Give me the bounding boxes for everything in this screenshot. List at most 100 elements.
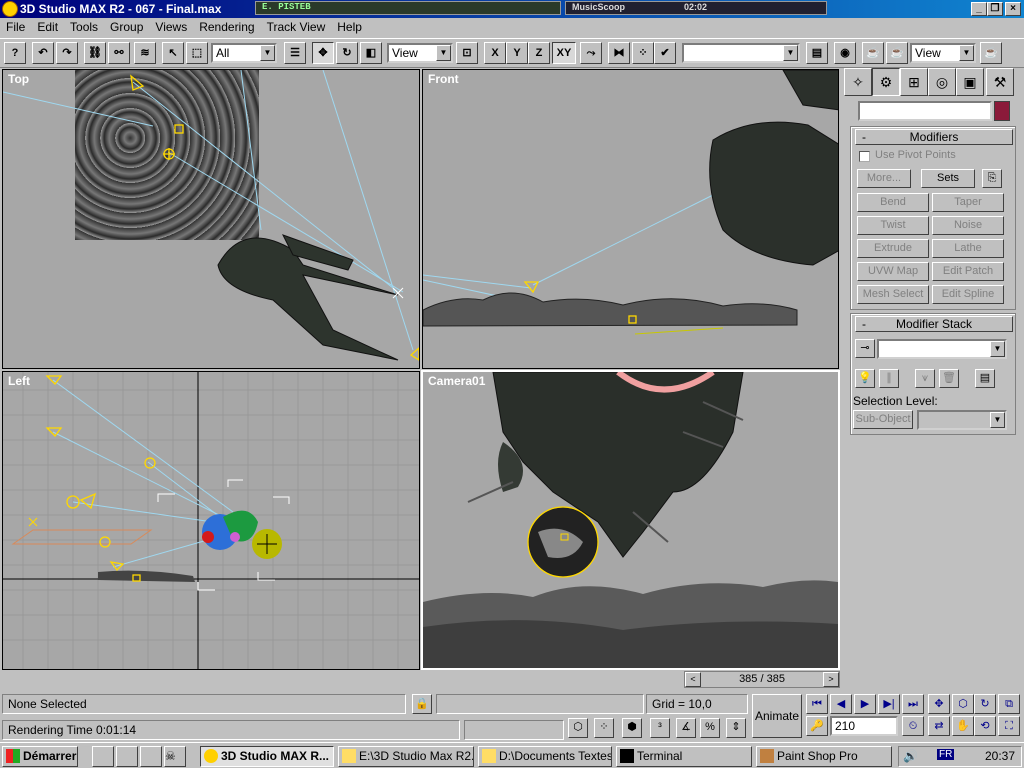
modify-tab-icon[interactable]: ⚙ (872, 68, 900, 96)
modifiers-header[interactable]: - Modifiers (855, 129, 1013, 145)
player-widget[interactable]: E. PISTEB (255, 1, 561, 15)
field-of-view-icon[interactable]: ⧉ (998, 694, 1020, 714)
array-icon[interactable]: ⁘ (632, 42, 654, 64)
viewport-top[interactable]: Top (2, 69, 420, 369)
percent-snap-icon[interactable]: % (700, 718, 720, 738)
modifier-stack-select[interactable]: ▼ (877, 339, 1007, 359)
spinner-snap-icon[interactable]: ⇕ (726, 718, 746, 738)
make-unique-icon[interactable]: ⩛ (915, 369, 935, 388)
close-button[interactable]: × (1005, 2, 1021, 16)
viewport-camera[interactable]: Camera01 (421, 370, 840, 670)
object-color-swatch[interactable] (994, 101, 1010, 121)
axis-y-button[interactable]: Y (506, 42, 528, 64)
truck-icon[interactable]: ⇄ (928, 716, 950, 736)
use-pivot-checkbox[interactable] (859, 151, 870, 162)
task-explorer-3dsmax[interactable]: E:\3D Studio Max R2... (338, 746, 474, 767)
menu-views[interactable]: Views (149, 18, 193, 34)
next-frame-icon[interactable]: ▶| (878, 694, 900, 714)
axis-z-button[interactable]: Z (528, 42, 550, 64)
menu-help[interactable]: Help (331, 18, 368, 34)
unlink-icon[interactable]: ⚯ (108, 42, 130, 64)
create-tab-icon[interactable]: ✧ (844, 68, 872, 96)
undo-icon[interactable]: ↶ (32, 42, 54, 64)
select-by-name-icon[interactable]: ☰ (284, 42, 306, 64)
sets-button[interactable]: Sets (921, 169, 975, 188)
noise-button[interactable]: Noise (932, 216, 1004, 235)
remove-modifier-icon[interactable]: 🗑 (939, 369, 959, 388)
material-editor-icon[interactable]: ◉ (834, 42, 856, 64)
quick-render-icon[interactable]: ☕ (886, 42, 908, 64)
ik-icon[interactable]: ⤳ (580, 42, 602, 64)
play-icon[interactable]: ▶ (854, 694, 876, 714)
min-max-toggle-icon[interactable]: ⛶ (998, 716, 1020, 736)
orbit-icon[interactable]: ↻ (974, 694, 996, 714)
quicklaunch-skull-icon[interactable]: ☠ (164, 746, 186, 767)
lock-selection-icon[interactable]: 🔒 (412, 694, 432, 714)
render-scene-icon[interactable]: ☕ (862, 42, 884, 64)
animate-button[interactable]: Animate (752, 694, 802, 738)
sub-object-button[interactable]: Sub-Object (853, 410, 913, 429)
roll-icon[interactable]: ⟲ (974, 716, 996, 736)
uvw-map-button[interactable]: UVW Map (857, 262, 929, 281)
pan-icon[interactable]: ✥ (928, 694, 950, 714)
window-crossing-icon[interactable]: ⬡ (568, 718, 588, 738)
axis-xy-button[interactable]: XY (552, 42, 576, 64)
menu-group[interactable]: Group (104, 18, 149, 34)
pan-hand-icon[interactable]: ✋ (952, 716, 974, 736)
pivot-center-icon[interactable]: ⊡ (456, 42, 478, 64)
active-inactive-icon[interactable]: 💡 (855, 369, 875, 388)
display-tab-icon[interactable]: ▣ (956, 68, 984, 96)
bend-button[interactable]: Bend (857, 193, 929, 212)
render-last-icon[interactable]: ☕ (980, 42, 1002, 64)
pin-stack-icon[interactable]: ⊸ (855, 339, 875, 358)
help-mode-icon[interactable]: ? (4, 42, 26, 64)
named-selection-select[interactable]: ▼ (682, 43, 800, 63)
goto-end-icon[interactable]: ⏭ (902, 694, 924, 714)
app-icon[interactable] (2, 1, 18, 17)
show-end-result-icon[interactable]: ∥ (879, 369, 899, 388)
mirror-icon[interactable]: ⧓ (608, 42, 630, 64)
menu-tools[interactable]: Tools (64, 18, 104, 34)
move-icon[interactable]: ✥ (312, 42, 334, 64)
prev-frame-icon[interactable]: ◀ (830, 694, 852, 714)
snap-toggle-icon[interactable]: ⬢ (622, 718, 642, 738)
render-type-select[interactable]: View ▼ (910, 43, 976, 63)
motion-tab-icon[interactable]: ◎ (928, 68, 956, 96)
menu-rendering[interactable]: Rendering (193, 18, 260, 34)
key-mode-icon[interactable]: 🔑 (806, 716, 828, 736)
current-frame-field[interactable]: 210 (830, 716, 898, 736)
restore-button[interactable]: ❐ (987, 2, 1003, 16)
bind-space-warp-icon[interactable]: ≋ (134, 42, 156, 64)
musicscoop-widget[interactable]: MusicScoop 02:02 (565, 1, 827, 15)
object-name-field[interactable] (858, 101, 992, 121)
menu-edit[interactable]: Edit (31, 18, 64, 34)
task-terminal[interactable]: Terminal (616, 746, 752, 767)
menu-track-view[interactable]: Track View (261, 18, 332, 34)
mesh-select-button[interactable]: Mesh Select (857, 285, 929, 304)
select-link-icon[interactable]: ⛓ (84, 42, 106, 64)
extrude-button[interactable]: Extrude (857, 239, 929, 258)
quicklaunch-desktop-icon[interactable] (92, 746, 114, 767)
reference-coord-select[interactable]: View ▼ (387, 43, 453, 63)
selection-filter-select[interactable]: All ▼ (211, 43, 277, 63)
viewport-left[interactable]: Left (2, 371, 420, 670)
viewport-label-left[interactable]: Left (8, 374, 30, 388)
modifier-stack-header[interactable]: - Modifier Stack (855, 316, 1013, 332)
lathe-button[interactable]: Lathe (932, 239, 1004, 258)
task-paintshop[interactable]: Paint Shop Pro (756, 746, 892, 767)
twist-button[interactable]: Twist (857, 216, 929, 235)
edit-patch-button[interactable]: Edit Patch (932, 262, 1004, 281)
hierarchy-tab-icon[interactable]: ⊞ (900, 68, 928, 96)
time-prev-icon[interactable]: < (685, 672, 701, 687)
time-config-icon[interactable]: ⏲ (902, 716, 924, 736)
taper-button[interactable]: Taper (932, 193, 1004, 212)
track-view-icon[interactable]: ▤ (806, 42, 828, 64)
degradation-override-icon[interactable]: ⁘ (594, 718, 614, 738)
region-select-icon[interactable]: ⬚ (186, 42, 208, 64)
quicklaunch-explorer-icon[interactable] (140, 746, 162, 767)
sub-object-select[interactable]: ▼ (917, 410, 1007, 430)
more-button[interactable]: More... (857, 169, 911, 188)
scale-icon[interactable]: ◧ (360, 42, 382, 64)
axis-x-button[interactable]: X (484, 42, 506, 64)
quicklaunch-ie-icon[interactable] (116, 746, 138, 767)
